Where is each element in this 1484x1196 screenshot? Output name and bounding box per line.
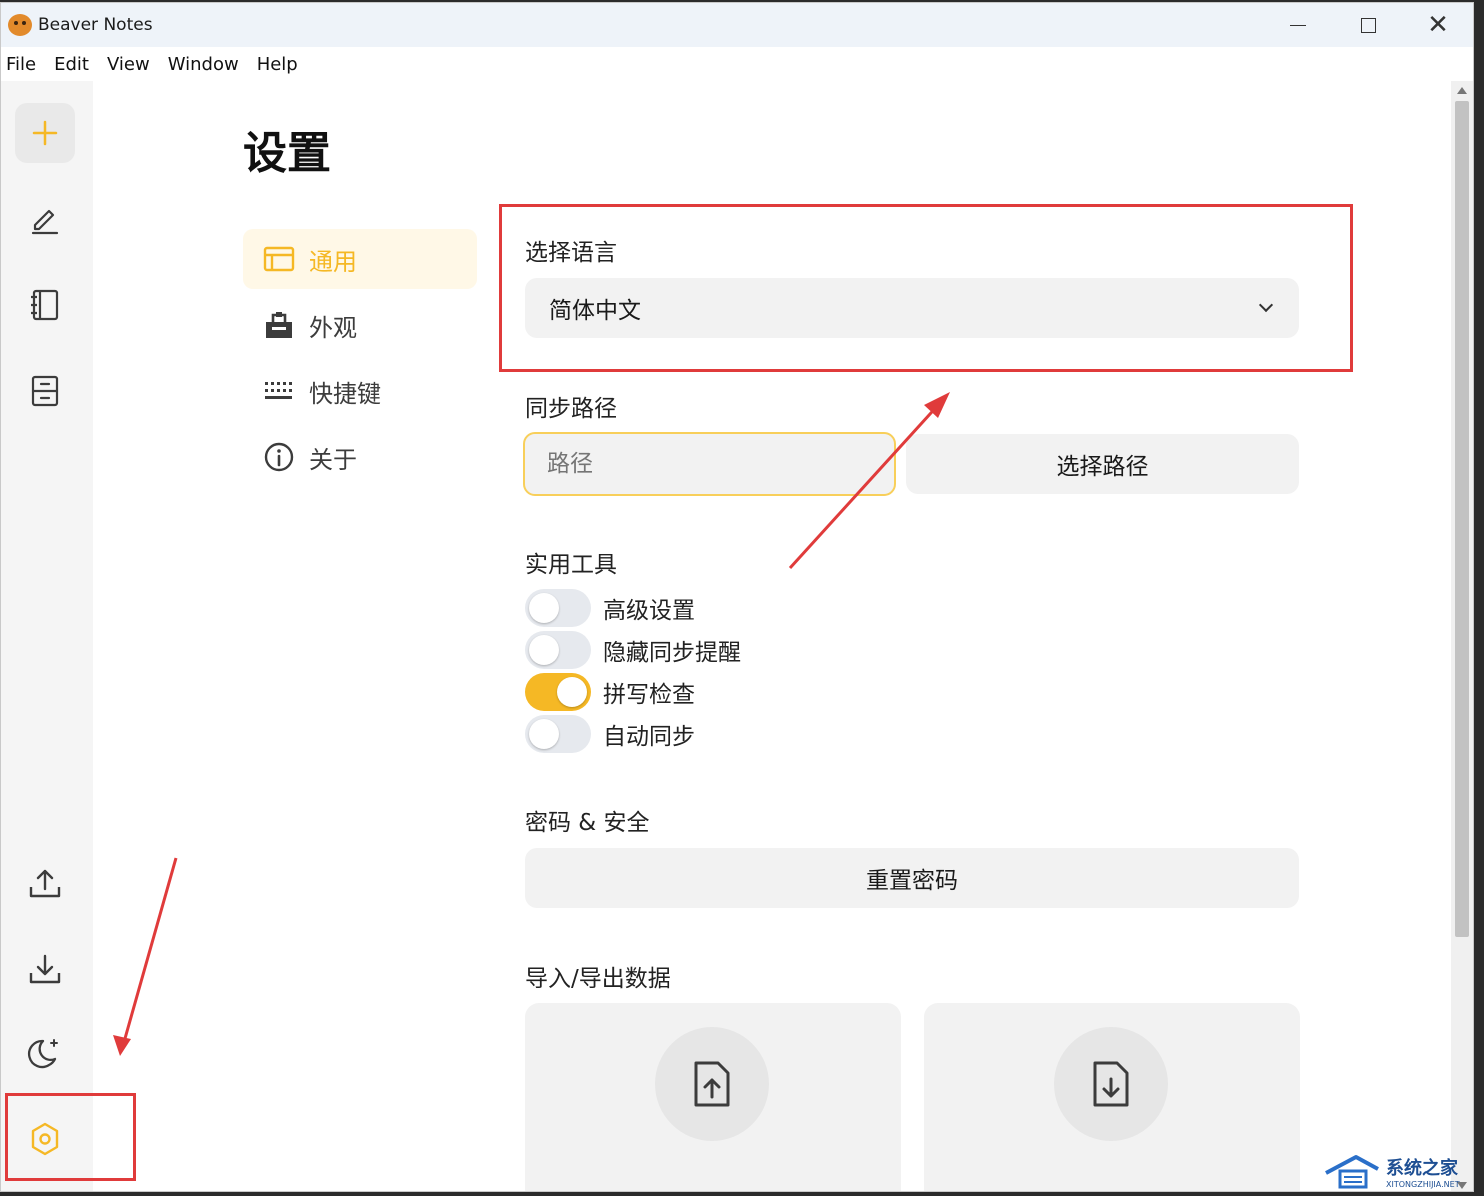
window-icon	[263, 245, 295, 273]
nav-appearance[interactable]: 外观	[243, 295, 477, 355]
language-selected: 简体中文	[549, 298, 641, 324]
watermark: 系统之家 XITONGZHIJIA.NET	[1322, 1148, 1482, 1194]
import-circle	[1054, 1027, 1168, 1141]
language-label: 选择语言	[525, 240, 617, 266]
export-data-card[interactable]	[525, 1003, 901, 1191]
notebooks-button[interactable]	[15, 275, 75, 335]
keyboard-icon	[263, 377, 295, 405]
minimize-icon	[1290, 24, 1306, 26]
chevron-down-icon	[1258, 297, 1274, 313]
archive-button[interactable]	[15, 361, 75, 421]
nav-shortcuts-label: 快捷键	[309, 379, 381, 408]
toggle-knob	[529, 719, 559, 749]
watermark-sub: XITONGZHIJIA.NET	[1386, 1179, 1460, 1189]
reset-password-label: 重置密码	[866, 868, 958, 894]
scrollbar[interactable]	[1451, 81, 1473, 1191]
window-controls: ✕	[1263, 3, 1473, 47]
archive-icon	[31, 375, 59, 407]
toggle-knob	[529, 593, 559, 623]
choose-path-button[interactable]: 选择路径	[906, 434, 1299, 494]
export-circle	[655, 1027, 769, 1141]
import-data-card[interactable]	[924, 1003, 1300, 1191]
notes-button[interactable]	[15, 189, 75, 249]
menu-file[interactable]: File	[1, 54, 45, 75]
settings-icon	[31, 1122, 59, 1156]
import-export-label: 导入/导出数据	[525, 966, 671, 992]
advanced-settings-label: 高级设置	[603, 598, 695, 624]
settings-content: 设置 通用 外观 快捷键 关于 选择语言 简体中文 同步路径 路径 选择路径 实…	[93, 81, 1451, 1191]
app-window: Beaver Notes ✕ File Edit View Window Hel…	[0, 2, 1474, 1192]
theme-button[interactable]	[15, 1023, 75, 1083]
choose-path-label: 选择路径	[1056, 454, 1149, 480]
spellcheck-label: 拼写检查	[603, 682, 695, 708]
nav-general-label: 通用	[309, 247, 357, 276]
nav-about-label: 关于	[309, 445, 357, 474]
sync-path-label: 同步路径	[525, 396, 617, 422]
menu-bar: File Edit View Window Help	[1, 47, 1473, 81]
language-select[interactable]: 简体中文	[525, 278, 1299, 338]
toggle-knob	[529, 635, 559, 665]
nav-shortcuts[interactable]: 快捷键	[243, 361, 477, 421]
auto-sync-label: 自动同步	[603, 724, 695, 750]
moon-stars-icon	[28, 1039, 58, 1069]
hide-sync-reminder-label: 隐藏同步提醒	[603, 640, 741, 666]
auto-sync-toggle[interactable]	[525, 715, 591, 753]
hide-sync-reminder-toggle[interactable]	[525, 631, 591, 669]
watermark-text: 系统之家 XITONGZHIJIA.NET	[1386, 1154, 1460, 1189]
reset-password-button[interactable]: 重置密码	[525, 848, 1299, 908]
toggle-row-hide-sync: 隐藏同步提醒	[525, 631, 741, 669]
security-label: 密码 & 安全	[525, 810, 650, 836]
menu-help[interactable]: Help	[248, 54, 307, 75]
toggle-knob	[557, 677, 587, 707]
spellcheck-toggle[interactable]	[525, 673, 591, 711]
settings-button[interactable]	[15, 1109, 75, 1169]
import-button[interactable]	[15, 939, 75, 999]
maximize-button[interactable]	[1333, 3, 1403, 47]
scroll-thumb[interactable]	[1455, 101, 1469, 937]
menu-window[interactable]: Window	[159, 54, 248, 75]
advanced-settings-toggle[interactable]	[525, 589, 591, 627]
toggle-row-advanced: 高级设置	[525, 589, 695, 627]
nav-about[interactable]: 关于	[243, 427, 477, 487]
title-bar: Beaver Notes ✕	[1, 3, 1473, 47]
page-title: 设置	[243, 128, 331, 179]
sync-path-input[interactable]	[523, 432, 896, 496]
sidebar	[1, 81, 93, 1191]
nav-general[interactable]: 通用	[243, 229, 477, 289]
window-title: Beaver Notes	[38, 15, 153, 35]
house-logo-icon	[1325, 1155, 1379, 1189]
info-icon	[263, 442, 295, 472]
toggle-row-spellcheck: 拼写检查	[525, 673, 695, 711]
maximize-icon	[1360, 17, 1376, 33]
file-upload-icon	[694, 1061, 730, 1107]
new-note-button[interactable]	[15, 103, 75, 163]
close-button[interactable]: ✕	[1403, 3, 1473, 47]
nav-appearance-label: 外观	[309, 313, 357, 342]
palette-icon	[263, 311, 295, 339]
file-download-icon	[1093, 1061, 1129, 1107]
watermark-main: 系统之家	[1386, 1157, 1458, 1179]
plus-icon	[32, 120, 58, 146]
close-icon: ✕	[1427, 10, 1449, 40]
download-icon	[29, 954, 61, 984]
beaver-logo-icon	[8, 14, 32, 36]
export-button[interactable]	[15, 853, 75, 913]
upload-icon	[29, 869, 61, 898]
toggle-row-auto-sync: 自动同步	[525, 715, 695, 753]
notebook-icon	[31, 289, 59, 321]
menu-edit[interactable]: Edit	[45, 54, 98, 75]
menu-view[interactable]: View	[98, 54, 159, 75]
scroll-up-arrow-icon[interactable]	[1457, 87, 1467, 94]
edit-icon	[31, 209, 59, 235]
minimize-button[interactable]	[1263, 3, 1333, 47]
utilities-label: 实用工具	[525, 552, 617, 578]
settings-nav: 通用 外观 快捷键 关于	[243, 229, 477, 493]
